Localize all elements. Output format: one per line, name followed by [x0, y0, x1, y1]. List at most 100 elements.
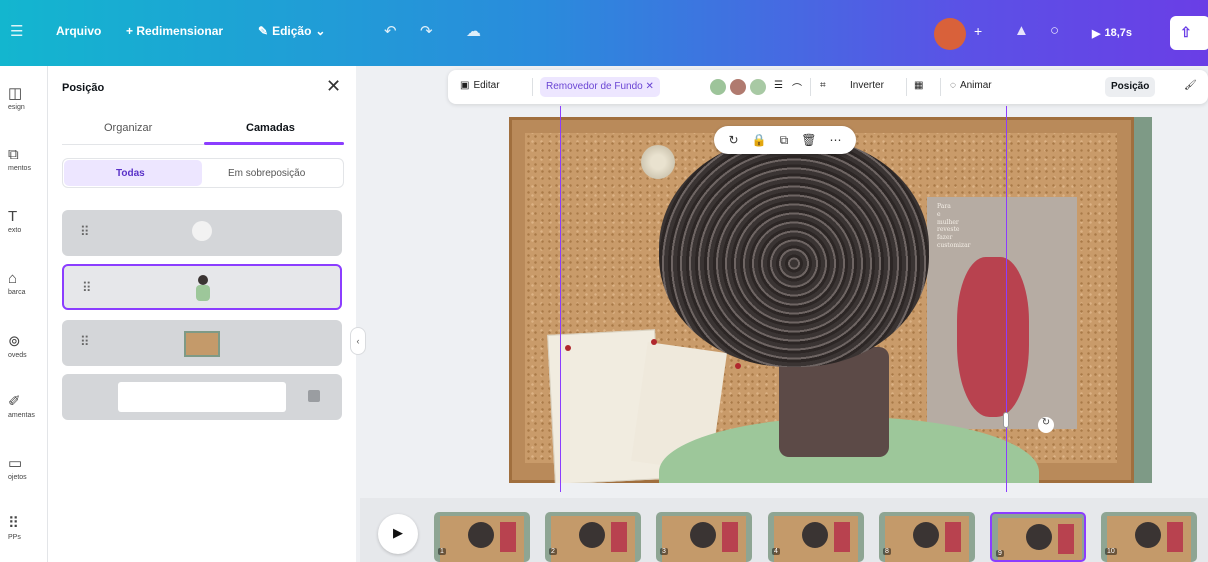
chevron-down-icon: ⌄: [315, 24, 326, 38]
comments-icon[interactable]: ○: [1050, 22, 1059, 39]
person-illustration[interactable]: [659, 137, 929, 367]
brand-icon: ⌂: [8, 270, 18, 287]
flip-button[interactable]: Inverter: [850, 80, 884, 91]
rail-item-elements[interactable]: ⧉ mentos: [0, 146, 48, 172]
timeline-page[interactable]: 4: [768, 512, 864, 562]
flip-label: Inverter: [850, 80, 884, 91]
rail-item-text[interactable]: T exto: [0, 208, 48, 234]
color-swatch-3[interactable]: [750, 79, 766, 95]
drag-handle-icon[interactable]: ⠿: [80, 224, 89, 240]
rail-item-projects[interactable]: ▭ ojetos: [0, 454, 48, 481]
paint-format-icon[interactable]: 🖌: [1184, 80, 1197, 91]
duration-label: 18,7s: [1104, 27, 1132, 39]
position-button[interactable]: Posição: [1105, 77, 1156, 97]
close-icon[interactable]: ✕: [646, 81, 654, 92]
page-number: 4: [772, 548, 780, 555]
layer-thumbnail: [184, 273, 224, 305]
timeline-page-selected[interactable]: 9: [990, 512, 1086, 562]
crop-icon[interactable]: ⌗: [820, 80, 826, 91]
flower-image[interactable]: [641, 145, 675, 179]
play-button[interactable]: ▶: [378, 514, 418, 554]
page-thumbnail-head: [1135, 522, 1161, 548]
uploads-icon: ⊚: [8, 333, 21, 350]
page-thumbnail-card: [945, 522, 961, 552]
element-float-toolbar: ↻ 🔒 ⧉ 🗑 ⋯: [714, 126, 856, 154]
drag-handle-icon[interactable]: ⠿: [82, 280, 91, 296]
layer-item-flower[interactable]: ⠿: [62, 210, 342, 256]
layer-item-person[interactable]: ⠿: [62, 264, 342, 310]
border-style-icon[interactable]: ☰: [774, 80, 783, 91]
share-button[interactable]: ⇧: [1170, 16, 1208, 50]
resize-handle[interactable]: [1003, 412, 1009, 428]
page-thumbnail-head: [802, 522, 828, 548]
rail-label: ojetos: [8, 474, 27, 481]
layer-thumbnail: [182, 327, 222, 359]
avatar[interactable]: [934, 18, 966, 50]
tools-icon: ✐: [8, 393, 21, 410]
panel-title: Posição: [62, 82, 105, 94]
color-swatch-2[interactable]: [730, 79, 746, 95]
page-thumbnail-head: [468, 522, 494, 548]
page-number: 9: [996, 550, 1004, 557]
present-button[interactable]: ▶ 18,7s: [1092, 22, 1132, 44]
timeline-page[interactable]: 8: [879, 512, 975, 562]
page-number: 1: [438, 548, 446, 555]
layer-item-background[interactable]: [62, 374, 342, 420]
timeline-page[interactable]: 2: [545, 512, 641, 562]
edit-menu[interactable]: ✎ Edição ⌄: [258, 24, 325, 38]
tab-organize[interactable]: Organizar: [104, 122, 152, 134]
collapse-panel-button[interactable]: ‹: [350, 327, 366, 355]
transparency-icon[interactable]: ▦: [914, 80, 923, 91]
page-thumbnail-card: [1167, 522, 1183, 552]
add-collaborator-icon[interactable]: +: [974, 23, 982, 39]
rail-item-brand[interactable]: ⌂ barca: [0, 270, 48, 296]
segment-all[interactable]: Todas: [116, 168, 145, 179]
design-icon: ◫: [8, 85, 23, 102]
rail-label: esign: [8, 104, 25, 111]
tab-layers[interactable]: Camadas: [246, 122, 295, 134]
layer-thumbnail: [118, 382, 286, 412]
edit-image-button[interactable]: ▣ Editar: [460, 80, 500, 91]
rail-item-apps[interactable]: ⠿ PPs: [0, 514, 48, 541]
selection-guide-right: [1006, 106, 1007, 492]
more-options-icon[interactable]: ⋯: [829, 133, 841, 147]
lock-icon[interactable]: 🔒: [752, 133, 767, 147]
rail-item-uploads[interactable]: ⊚ oveds: [0, 332, 48, 359]
corner-rounding-icon[interactable]: ⌒: [792, 80, 802, 95]
insights-icon[interactable]: ▲: [1014, 22, 1029, 39]
rail-label: barca: [8, 289, 26, 296]
color-swatch-1[interactable]: [710, 79, 726, 95]
background-remover-button[interactable]: Removedor de Fundo ✕: [540, 77, 660, 97]
page-thumbnail-card: [1058, 524, 1074, 554]
resize-button[interactable]: + Redimensionar: [126, 24, 223, 38]
rotate-icon[interactable]: ↻: [1038, 417, 1054, 433]
animate-label: Animar: [959, 80, 992, 91]
rail-item-design[interactable]: ◫ esign: [0, 84, 48, 111]
share-icon: ⇧: [1180, 24, 1192, 40]
design-canvas[interactable]: Para e mulher reveste fazer customizar: [509, 117, 1152, 483]
segment-overlapping[interactable]: Em sobreposição: [228, 168, 305, 179]
edit-menu-label: Edição: [272, 24, 312, 38]
file-menu[interactable]: Arquivo: [56, 24, 101, 38]
trash-icon[interactable]: 🗑: [801, 133, 816, 147]
timeline-page[interactable]: 1: [434, 512, 530, 562]
cloud-save-icon[interactable]: ☁: [466, 22, 481, 40]
play-icon: ▶: [1092, 27, 1101, 40]
timeline-page[interactable]: 3: [656, 512, 752, 562]
undo-icon[interactable]: ↶: [384, 22, 397, 40]
toolbar-divider: [810, 78, 811, 96]
hamburger-icon[interactable]: ☰: [10, 22, 23, 40]
timeline-page[interactable]: 10: [1101, 512, 1197, 562]
animate-button[interactable]: ◌ Animar: [950, 80, 992, 91]
close-icon[interactable]: ✕: [326, 76, 341, 97]
layer-item-photo[interactable]: ⠿: [62, 320, 342, 366]
duplicate-icon[interactable]: ⧉: [780, 133, 789, 148]
rail-item-tools[interactable]: ✐ amentas: [0, 392, 48, 419]
page-number: 8: [883, 548, 891, 555]
rotate-icon[interactable]: ↻: [729, 133, 739, 147]
toolbar-divider: [532, 78, 533, 96]
pin-icon: [735, 363, 741, 369]
drag-handle-icon[interactable]: ⠿: [80, 334, 89, 350]
page-thumbnail-head: [1026, 524, 1052, 550]
redo-icon[interactable]: ↷: [420, 22, 433, 40]
